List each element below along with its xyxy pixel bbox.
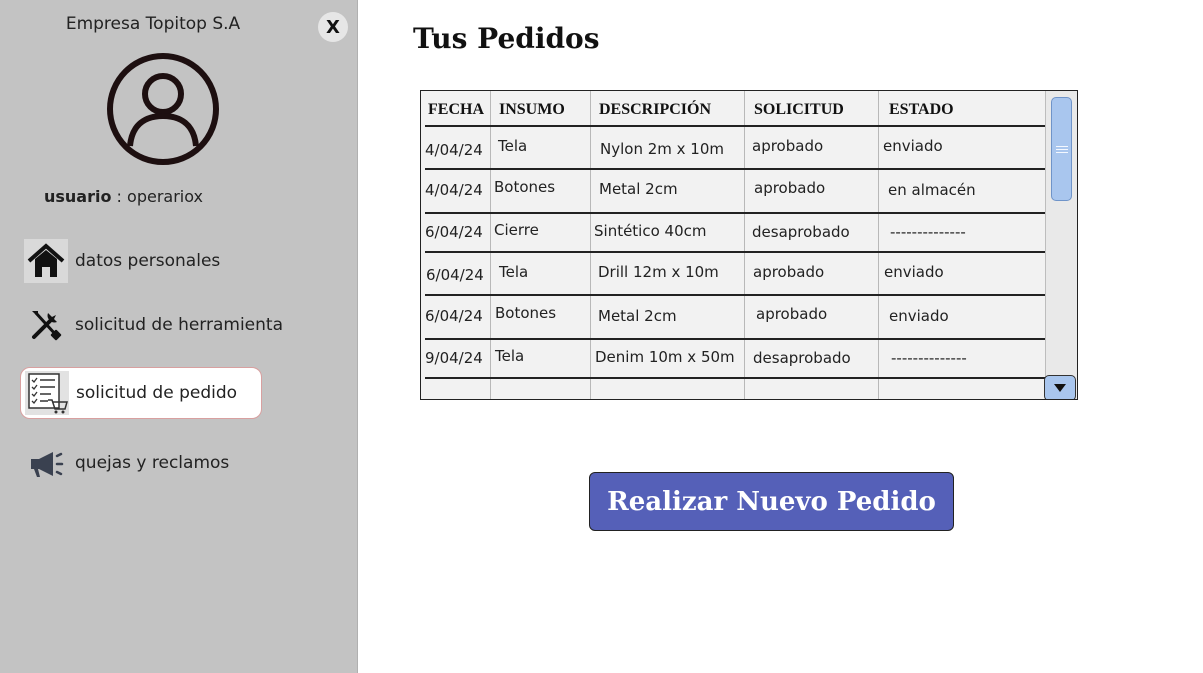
megaphone-icon: [24, 441, 68, 485]
column-header-insumo[interactable]: INSUMO: [499, 101, 565, 119]
home-icon: [24, 239, 68, 283]
sidebar: Empresa Topitop S.A X usuario : operario…: [0, 0, 358, 673]
cell-estado: enviado: [883, 137, 943, 155]
column-header-descripcion[interactable]: DESCRIPCIÓN: [599, 101, 711, 119]
column-header-fecha[interactable]: FECHA: [428, 101, 484, 119]
scroll-down-button[interactable]: [1044, 375, 1076, 399]
close-button[interactable]: X: [318, 12, 348, 42]
column-divider: [490, 91, 491, 399]
column-header-estado[interactable]: ESTADO: [889, 101, 954, 119]
cell-descripcion: Denim 10m x 50m: [595, 348, 735, 366]
cell-estado: enviado: [884, 263, 944, 281]
nav-label: solicitud de herramienta: [75, 315, 283, 335]
company-name: Empresa Topitop S.A: [65, 14, 241, 34]
orders-grid: FECHA INSUMO DESCRIPCIÓN SOLICITUD ESTAD…: [421, 91, 1047, 399]
cell-solicitud: aprobado: [756, 305, 828, 323]
column-divider: [590, 91, 591, 399]
nav-quejas-reclamos[interactable]: quejas y reclamos: [20, 437, 320, 489]
cell-solicitud: aprobado: [752, 137, 824, 155]
nav-datos-personales[interactable]: datos personales: [20, 235, 320, 287]
cell-descripcion: Drill 12m x 10m: [598, 263, 719, 281]
new-order-button[interactable]: Realizar Nuevo Pedido: [589, 472, 954, 531]
cell-insumo: Botones: [494, 178, 556, 196]
nav-label: solicitud de pedido: [76, 383, 238, 403]
cell-fecha: 9/04/24: [425, 349, 483, 367]
cell-estado: en almacén: [888, 181, 976, 199]
cell-insumo: Cierre: [494, 221, 539, 239]
orders-table: FECHA INSUMO DESCRIPCIÓN SOLICITUD ESTAD…: [420, 90, 1078, 400]
cell-insumo: Tela: [495, 347, 525, 365]
close-icon: X: [326, 16, 340, 38]
order-list-cart-icon: [25, 371, 69, 415]
row-divider: [425, 294, 1045, 296]
nav-label: quejas y reclamos: [75, 453, 230, 473]
caret-down-icon: [1054, 384, 1066, 392]
user-avatar-icon: [107, 53, 219, 165]
cell-fecha: 4/04/24: [425, 181, 483, 199]
cell-descripcion: Metal 2cm: [598, 307, 677, 325]
tools-icon: [24, 303, 68, 347]
cell-solicitud: desaprobado: [752, 223, 850, 241]
user-value: operariox: [127, 187, 203, 206]
cell-descripcion: Metal 2cm: [599, 180, 678, 198]
cell-insumo: Tela: [498, 137, 528, 155]
cell-insumo: Tela: [499, 263, 529, 281]
nav-solicitud-herramienta[interactable]: solicitud de herramienta: [20, 299, 320, 351]
cell-solicitud: aprobado: [753, 263, 825, 281]
cell-descripcion: Sintético 40cm: [594, 222, 707, 240]
cell-fecha: 6/04/24: [426, 266, 484, 284]
row-divider: [425, 125, 1045, 127]
row-divider: [425, 377, 1045, 379]
column-divider: [744, 91, 745, 399]
cell-estado: --------------: [891, 349, 967, 367]
column-divider: [878, 91, 879, 399]
user-label: usuario: [44, 187, 112, 206]
nav-solicitud-pedido[interactable]: solicitud de pedido: [20, 367, 262, 419]
column-header-solicitud[interactable]: SOLICITUD: [754, 101, 844, 119]
user-separator: :: [111, 187, 128, 206]
row-divider: [425, 338, 1045, 340]
user-info: usuario : operariox: [44, 187, 203, 206]
cell-insumo: Botones: [495, 304, 557, 322]
row-divider: [425, 212, 1045, 214]
cell-fecha: 6/04/24: [425, 223, 483, 241]
scrollbar-thumb[interactable]: [1051, 97, 1072, 201]
cell-estado: --------------: [890, 223, 966, 241]
cell-descripcion: Nylon 2m x 10m: [600, 140, 724, 158]
table-scrollbar[interactable]: [1044, 91, 1077, 399]
scrollbar-grip-icon: [1056, 146, 1068, 147]
cell-solicitud: desaprobado: [753, 349, 851, 367]
cell-fecha: 6/04/24: [425, 307, 483, 325]
cell-solicitud: aprobado: [754, 179, 826, 197]
nav-label: datos personales: [75, 251, 221, 271]
cell-fecha: 4/04/24: [425, 141, 483, 159]
page-title: Tus Pedidos: [413, 22, 600, 55]
cell-estado: enviado: [889, 307, 949, 325]
row-divider: [425, 168, 1045, 170]
row-divider: [425, 251, 1045, 253]
